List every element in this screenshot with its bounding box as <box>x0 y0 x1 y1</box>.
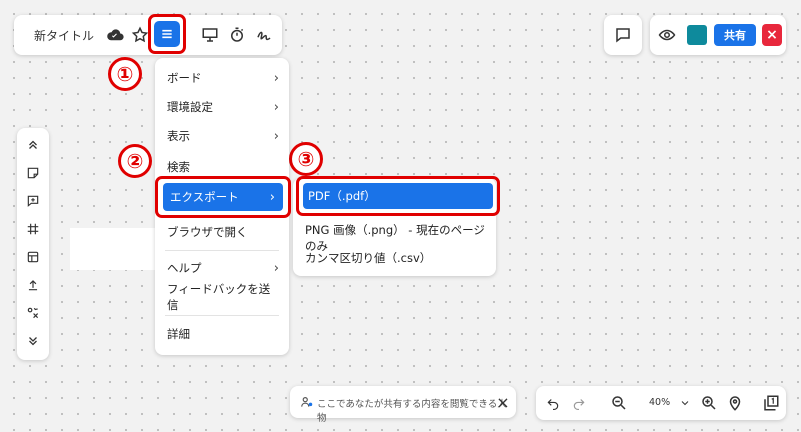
menu-icon <box>154 21 180 47</box>
menu-item-preferences[interactable]: 環境設定 › <box>167 95 279 119</box>
collapse-down-icon[interactable] <box>20 328 46 354</box>
menu-item-board[interactable]: ボード › <box>167 66 279 90</box>
menu-item-view[interactable]: 表示 › <box>167 124 279 148</box>
chevron-right-icon: › <box>269 189 275 205</box>
cloud-done-icon[interactable] <box>102 22 128 48</box>
menu-item-label: 環境設定 <box>167 100 213 114</box>
menu-item-label: 詳細 <box>167 327 190 341</box>
left-tool-sidebar <box>17 128 49 360</box>
share-hint-text: ここであなたが共有する内容を閲覧できる人物 <box>317 399 507 424</box>
menu-item-label: ボード <box>167 71 202 85</box>
frame-icon[interactable] <box>20 216 46 242</box>
timer-icon[interactable] <box>224 22 250 48</box>
menu-item-feedback[interactable]: フィードバックを送信 <box>167 282 279 312</box>
chevron-right-icon: › <box>273 99 279 115</box>
zoom-out-icon[interactable] <box>606 390 632 416</box>
chevron-right-icon: › <box>273 128 279 144</box>
eye-icon[interactable] <box>654 22 680 48</box>
menu-item-label: フィードバックを送信 <box>167 282 271 312</box>
signature-icon[interactable] <box>251 22 277 48</box>
location-icon[interactable] <box>722 390 748 416</box>
menu-divider <box>165 315 279 316</box>
close-button[interactable]: × <box>762 24 782 46</box>
menu-item-label: エクスポート <box>170 190 239 204</box>
menu-item-label: 検索 <box>167 160 190 174</box>
zoom-in-icon[interactable] <box>696 390 722 416</box>
redo-icon[interactable] <box>566 390 592 416</box>
export-pdf-highlight: PDF（.pdf） <box>296 176 500 216</box>
chevron-right-icon: › <box>273 260 279 276</box>
upload-icon[interactable] <box>20 272 46 298</box>
menu-item-help[interactable]: ヘルプ › <box>167 256 279 280</box>
comment-toolbar <box>604 15 642 55</box>
export-pdf-item[interactable]: PDF（.pdf） <box>303 183 493 209</box>
undo-icon[interactable] <box>540 390 566 416</box>
comment-add-icon[interactable] <box>20 188 46 214</box>
menu-item-details[interactable]: 詳細 <box>167 322 279 346</box>
canvas-shape[interactable] <box>70 228 158 270</box>
board-title[interactable]: 新タイトル <box>34 27 94 44</box>
sticky-note-icon[interactable] <box>20 160 46 186</box>
chevron-down-icon[interactable] <box>672 390 698 416</box>
share-toolbar: 共有 × <box>650 15 786 55</box>
step-3-marker: ③ <box>289 142 323 176</box>
export-csv-item[interactable]: カンマ区切り値（.csv） <box>305 250 431 266</box>
menu-item-label: ヘルプ <box>167 261 202 275</box>
menu-divider <box>165 250 279 251</box>
color-swatch[interactable] <box>687 25 707 45</box>
share-button[interactable]: 共有 <box>714 24 756 46</box>
share-hint-bar: ここであなたが共有する内容を閲覧できる人物 × <box>290 386 516 424</box>
step-1-marker: ① <box>108 57 142 91</box>
page-count-icon[interactable] <box>758 390 784 416</box>
comment-icon[interactable] <box>610 22 636 48</box>
zoom-toolbar: 40% <box>536 386 786 420</box>
present-icon[interactable] <box>197 22 223 48</box>
zoom-level[interactable]: 40% <box>649 397 670 408</box>
menu-item-export[interactable]: エクスポート › <box>163 183 283 211</box>
menu-item-label: 表示 <box>167 129 190 143</box>
step-2-marker: ② <box>118 144 152 178</box>
menu-item-open-in-browser[interactable]: ブラウザで開く <box>167 220 279 244</box>
collapse-up-icon[interactable] <box>20 132 46 158</box>
chevron-right-icon: › <box>273 70 279 86</box>
export-highlight: エクスポート › <box>155 176 291 218</box>
menu-item-label: ブラウザで開く <box>167 225 248 239</box>
close-icon[interactable]: × <box>490 389 516 415</box>
template-icon[interactable] <box>20 244 46 270</box>
more-tools-icon[interactable] <box>20 300 46 326</box>
main-menu-button[interactable] <box>148 14 186 54</box>
